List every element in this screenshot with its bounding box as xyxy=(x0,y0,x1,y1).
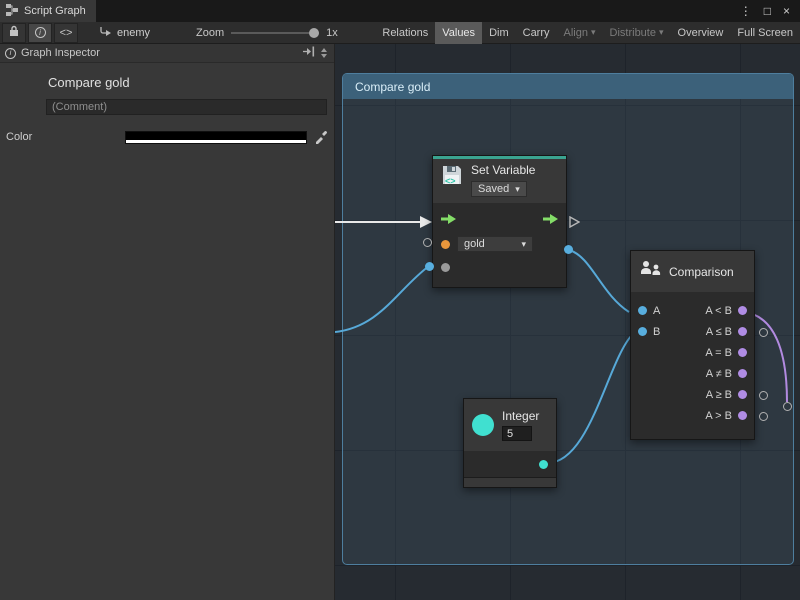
color-field-label: Color xyxy=(6,131,125,143)
script-graph-icon xyxy=(6,4,18,19)
distribute-button[interactable]: Distribute ▾ xyxy=(603,22,671,44)
group-header[interactable]: Compare gold xyxy=(343,74,793,99)
node-integer[interactable]: Integer 5 xyxy=(463,398,557,488)
comparison-row: B A ≤ B xyxy=(631,321,754,342)
zoom-slider-handle[interactable] xyxy=(309,28,319,38)
graph-inspector-panel: i Graph Inspector Compare gold (Comment)… xyxy=(0,44,335,600)
carry-button[interactable]: Carry xyxy=(516,22,557,44)
integer-type-icon xyxy=(472,414,494,436)
graph-target[interactable]: enemy xyxy=(100,26,150,40)
group-title: Compare gold xyxy=(355,80,430,94)
inspected-graph-title: Compare gold xyxy=(48,75,334,90)
chevron-down-icon: ▾ xyxy=(521,239,526,250)
window-maximize-icon[interactable]: □ xyxy=(764,4,771,18)
unconnected-port[interactable] xyxy=(759,328,768,337)
panel-resize-spinner[interactable] xyxy=(319,48,329,58)
node-title: Comparison xyxy=(669,265,734,279)
tab-script-graph[interactable]: Script Graph xyxy=(0,0,96,22)
lock-icon xyxy=(9,25,19,40)
tab-title: Script Graph xyxy=(24,5,86,17)
info-icon: i xyxy=(5,48,16,59)
floppy-disk-icon: <> xyxy=(440,163,464,197)
setvar-output-pin[interactable] xyxy=(564,245,573,254)
code-view-button[interactable]: <> xyxy=(54,23,78,43)
comparison-row: A ≠ B xyxy=(631,363,754,384)
node-comparison[interactable]: Comparison A A < B B A ≤ B A = B A ≠ B xyxy=(630,250,755,440)
node-title: Integer xyxy=(502,409,539,423)
output-port-a-neq-b[interactable] xyxy=(738,369,747,378)
chevron-down-icon: ▾ xyxy=(659,27,664,38)
window-menu-icon[interactable]: ⋮ xyxy=(740,4,752,18)
inspector-toggle-button[interactable]: i xyxy=(28,23,52,43)
node-set-variable[interactable]: <> Set Variable Saved ▾ xyxy=(432,155,567,288)
chevron-down-icon: ▾ xyxy=(591,27,596,38)
connected-value-pin[interactable] xyxy=(425,262,434,271)
output-port-a-eq-b[interactable] xyxy=(738,348,747,357)
color-swatch[interactable] xyxy=(125,131,307,144)
values-button[interactable]: Values xyxy=(435,22,482,44)
spinner-down-icon[interactable] xyxy=(321,54,327,58)
comment-input[interactable]: (Comment) xyxy=(46,99,327,115)
dock-panel-icon[interactable] xyxy=(302,46,315,60)
info-icon: i xyxy=(35,27,46,38)
flow-out-triangle-port[interactable] xyxy=(568,216,580,228)
target-label: enemy xyxy=(117,27,150,39)
graph-toolbar: i <> enemy Zoom 1x Relations Values Dim … xyxy=(0,22,800,44)
variable-name-port[interactable] xyxy=(441,240,450,249)
output-port-a-gte-b[interactable] xyxy=(738,390,747,399)
svg-text:<>: <> xyxy=(445,176,456,186)
output-port-a-lt-b[interactable] xyxy=(738,306,747,315)
zoom-label: Zoom xyxy=(196,27,224,39)
graph-inspector-header: i Graph Inspector xyxy=(0,44,334,63)
relations-button[interactable]: Relations xyxy=(375,22,435,44)
eyedropper-icon[interactable] xyxy=(314,130,328,144)
window-titlebar: Script Graph ⋮ □ × xyxy=(0,0,800,22)
window-close-icon[interactable]: × xyxy=(783,4,790,18)
flow-out-port[interactable] xyxy=(543,214,558,227)
unconnected-port[interactable] xyxy=(759,391,768,400)
comparison-icon xyxy=(640,260,662,283)
comparison-row: A ≥ B xyxy=(631,384,754,405)
node-title: Set Variable xyxy=(471,163,535,177)
comparison-row: A = B xyxy=(631,342,754,363)
spinner-up-icon[interactable] xyxy=(321,48,327,52)
graph-canvas[interactable]: Compare gold <> Set Variable xyxy=(335,44,800,600)
wire-end-port[interactable] xyxy=(783,402,792,411)
full-screen-button[interactable]: Full Screen xyxy=(730,22,800,44)
input-port-a[interactable] xyxy=(638,306,647,315)
target-arrow-icon xyxy=(100,26,112,40)
comparison-row: A > B xyxy=(631,405,754,426)
unconnected-port[interactable] xyxy=(759,412,768,421)
graph-inspector-title: Graph Inspector xyxy=(21,47,100,59)
variable-kind-dropdown[interactable]: Saved ▾ xyxy=(471,181,527,197)
output-port-a-gt-b[interactable] xyxy=(738,411,747,420)
code-icon: <> xyxy=(60,27,73,39)
dim-button[interactable]: Dim xyxy=(482,22,516,44)
variable-name-dropdown[interactable]: gold ▾ xyxy=(457,236,533,252)
overview-button[interactable]: Overview xyxy=(671,22,731,44)
output-port-a-lte-b[interactable] xyxy=(738,327,747,336)
integer-output-port[interactable] xyxy=(539,460,548,469)
zoom-value: 1x xyxy=(326,27,338,39)
lock-button[interactable] xyxy=(2,23,26,43)
node-footer xyxy=(464,477,556,487)
comparison-row: A A < B xyxy=(631,300,754,321)
integer-value-input[interactable]: 5 xyxy=(502,426,532,441)
align-button[interactable]: Align ▾ xyxy=(557,22,603,44)
chevron-down-icon: ▾ xyxy=(515,184,520,195)
zoom-slider[interactable] xyxy=(231,32,319,34)
value-input-port[interactable] xyxy=(441,263,450,272)
input-port-b[interactable] xyxy=(638,327,647,336)
flow-in-port[interactable] xyxy=(441,214,456,227)
unconnected-port[interactable] xyxy=(423,238,432,247)
